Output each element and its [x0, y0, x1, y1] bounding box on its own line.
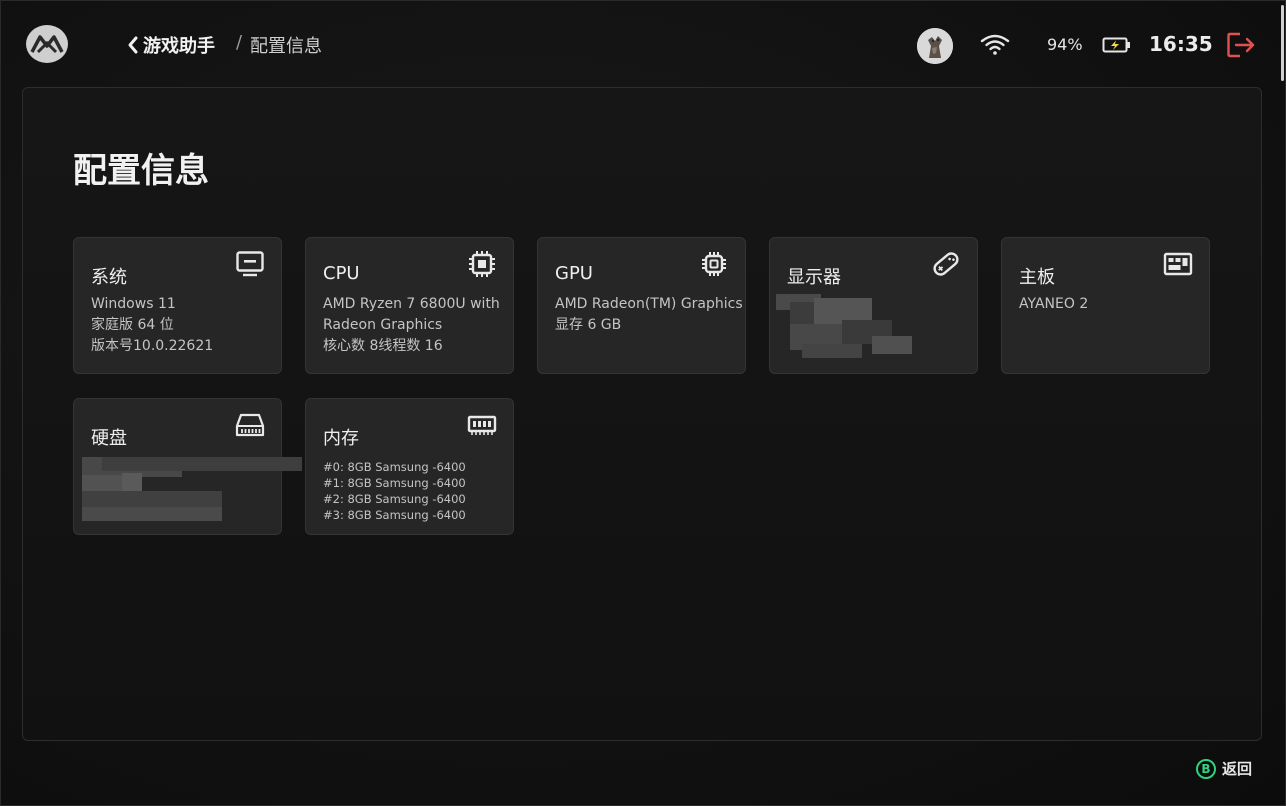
detail-line: #1: 8GB Samsung -6400: [323, 476, 466, 490]
card-motherboard[interactable]: 主板 AYANEO 2: [1001, 237, 1210, 374]
page-title: 配置信息: [73, 151, 209, 191]
back-hint-button[interactable]: B 返回: [1196, 758, 1252, 779]
card-gpu[interactable]: GPU AMD Radeon(TM) Graphics 显存 6 GB: [537, 237, 746, 374]
card-details: #0: 8GB Samsung -6400 #1: 8GB Samsung -6…: [323, 459, 507, 523]
breadcrumb-separator: /: [236, 32, 243, 53]
memory-module-icon: [467, 415, 497, 435]
clock: 16:35: [1149, 32, 1213, 56]
battery-charging-icon: [1102, 37, 1130, 53]
cpu-chip-icon: [469, 251, 495, 277]
scrollbar[interactable]: [1281, 5, 1284, 81]
card-title: 主板: [1019, 267, 1055, 288]
detail-line: 家庭版 64 位: [91, 317, 174, 333]
card-details: AMD Ryzen 7 6800U with Radeon Graphics 核…: [323, 294, 507, 357]
hard-drive-icon: [235, 413, 265, 437]
card-display[interactable]: 显示器: [769, 237, 978, 374]
chevron-left-icon: [128, 36, 138, 54]
back-button[interactable]: 游戏助手: [125, 32, 215, 58]
card-title: 系统: [91, 267, 127, 288]
gpu-chip-icon: [702, 252, 726, 276]
detail-line: 核心数 8线程数 16: [323, 338, 443, 354]
ayaneo-logo-icon: [26, 25, 68, 63]
card-memory[interactable]: 内存 #0: 8GB Samsung -6400 #1: 8GB Samsung…: [305, 398, 514, 535]
breadcrumb-current: 配置信息: [250, 36, 322, 57]
detail-line: #3: 8GB Samsung -6400: [323, 508, 466, 522]
battery-percent: 94%: [1047, 35, 1083, 54]
app-frame: 游戏助手 / 配置信息 94% 16:35 配置信息 系统 Windows 11…: [0, 0, 1286, 806]
b-button-icon: B: [1196, 758, 1216, 779]
card-details: AMD Radeon(TM) Graphics 显存 6 GB: [555, 294, 743, 336]
back-label: 游戏助手: [143, 36, 215, 57]
detail-line: 版本号10.0.22621: [91, 338, 214, 354]
card-system[interactable]: 系统 Windows 11 家庭版 64 位 版本号10.0.22621: [73, 237, 282, 374]
card-title: CPU: [323, 263, 360, 284]
back-hint-label: 返回: [1222, 760, 1253, 778]
detail-line: AMD Radeon(TM) Graphics: [555, 296, 743, 312]
exit-icon[interactable]: [1226, 31, 1256, 59]
detail-line: Radeon Graphics: [323, 317, 443, 333]
detail-line: AYANEO 2: [1019, 296, 1089, 312]
card-details: Windows 11 家庭版 64 位 版本号10.0.22621: [91, 294, 275, 357]
avatar[interactable]: [917, 28, 953, 64]
card-cpu[interactable]: CPU AMD Ryzen 7 6800U with Radeon Graphi…: [305, 237, 514, 374]
detail-line: #2: 8GB Samsung -6400: [323, 492, 466, 506]
redacted-display-info: [776, 294, 916, 364]
wifi-icon[interactable]: [980, 32, 1010, 56]
card-details: AYANEO 2: [1019, 294, 1203, 315]
redacted-disk-info: [82, 457, 302, 527]
card-disk[interactable]: 硬盘: [73, 398, 302, 535]
card-title: 内存: [323, 428, 359, 449]
config-panel: 配置信息 系统 Windows 11 家庭版 64 位 版本号10.0.2262…: [22, 87, 1262, 741]
detail-line: #0: 8GB Samsung -6400: [323, 460, 466, 474]
card-title: 显示器: [787, 267, 841, 288]
monitor-icon: [236, 251, 264, 277]
card-title: 硬盘: [91, 428, 127, 449]
motherboard-icon: [1163, 252, 1193, 276]
detail-line: 显存 6 GB: [555, 317, 622, 333]
detail-line: AMD Ryzen 7 6800U with: [323, 296, 500, 312]
detail-line: Windows 11: [91, 296, 176, 312]
handheld-console-icon: [933, 252, 959, 276]
card-title: GPU: [555, 263, 593, 284]
